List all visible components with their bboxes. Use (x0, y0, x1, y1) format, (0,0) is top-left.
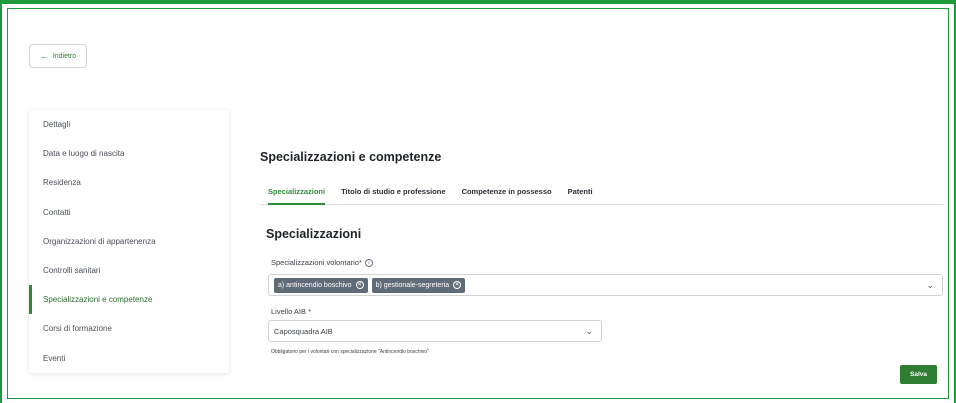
sidebar-item-contatti[interactable]: Contatti (29, 198, 229, 227)
sidebar-item-label: Corsi di formazione (43, 324, 112, 334)
sidebar-item-label: Controlli sanitari (43, 266, 101, 276)
sidebar-item-organizzazioni[interactable]: Organizzazioni di appartenenza (29, 227, 229, 256)
specializzazioni-multiselect[interactable]: a) antincendio boschivo ✕ b) gestionale-… (268, 274, 943, 296)
field-label-text: Livello AIB * (271, 307, 312, 316)
chip-label: b) gestionale-segreteria (375, 281, 450, 289)
chip-antincendio: a) antincendio boschivo ✕ (274, 277, 368, 293)
tab-specializzazioni[interactable]: Specializzazioni (268, 185, 326, 205)
sidebar-item-label: Organizzazioni di appartenenza (43, 236, 156, 246)
field-label-text: Specializzazioni volontario* (271, 258, 362, 267)
tab-bar: Specializzazioni Titolo di studio e prof… (260, 185, 944, 205)
tab-competenze[interactable]: Competenze in possesso (462, 185, 552, 205)
chip-gestionale: b) gestionale-segreteria ✕ (371, 277, 466, 293)
arrow-left-icon: ← (39, 50, 49, 61)
back-button[interactable]: ← Indietro (29, 44, 87, 68)
sidebar-item-label: Eventi (43, 353, 66, 363)
back-button-label: Indietro (52, 52, 77, 60)
sidebar-item-controlli-sanitari[interactable]: Controlli sanitari (29, 256, 229, 285)
section-title: Specializzazioni (266, 227, 362, 241)
tab-titolo-studio[interactable]: Titolo di studio e professione (341, 185, 445, 205)
sidebar-item-label: Dettagli (43, 120, 71, 130)
sidebar-item-eventi[interactable]: Eventi (29, 344, 229, 373)
specializzazioni-label: Specializzazioni volontario* i (271, 258, 373, 267)
sidebar-nav: Dettagli Data e luogo di nascita Residen… (29, 110, 229, 373)
remove-chip-icon[interactable]: ✕ (453, 281, 462, 289)
sidebar-item-corsi-formazione[interactable]: Corsi di formazione (29, 314, 229, 343)
sidebar-item-label: Data e luogo di nascita (43, 149, 125, 159)
save-button[interactable]: Salva (900, 365, 937, 384)
sidebar-item-residenza[interactable]: Residenza (29, 168, 229, 197)
sidebar-item-label: Residenza (43, 178, 81, 188)
info-icon[interactable]: i (364, 258, 373, 267)
sidebar-item-label: Specializzazioni e competenze (43, 295, 153, 305)
livello-aib-select[interactable]: Caposquadra AIB ⌄ (268, 320, 602, 342)
remove-chip-icon[interactable]: ✕ (355, 281, 364, 289)
sidebar-item-data-nascita[interactable]: Data e luogo di nascita (29, 139, 229, 168)
select-value: Caposquadra AIB (274, 326, 333, 336)
page-title: Specializzazioni e competenze (260, 150, 442, 164)
main-content: Specializzazioni e competenze Specializz… (260, 150, 944, 355)
chevron-down-icon[interactable]: ⌄ (585, 326, 593, 337)
sidebar-item-label: Contatti (43, 207, 71, 217)
chevron-down-icon[interactable]: ⌄ (926, 280, 934, 291)
field-hint: Obbligatorio per i volontari con special… (271, 349, 429, 355)
sidebar-item-dettagli[interactable]: Dettagli (29, 110, 229, 139)
chip-label: a) antincendio boschivo (278, 281, 352, 289)
sidebar-item-specializzazioni[interactable]: Specializzazioni e competenze (29, 285, 229, 315)
tab-patenti[interactable]: Patenti (568, 185, 593, 205)
livello-label: Livello AIB * (271, 307, 311, 316)
